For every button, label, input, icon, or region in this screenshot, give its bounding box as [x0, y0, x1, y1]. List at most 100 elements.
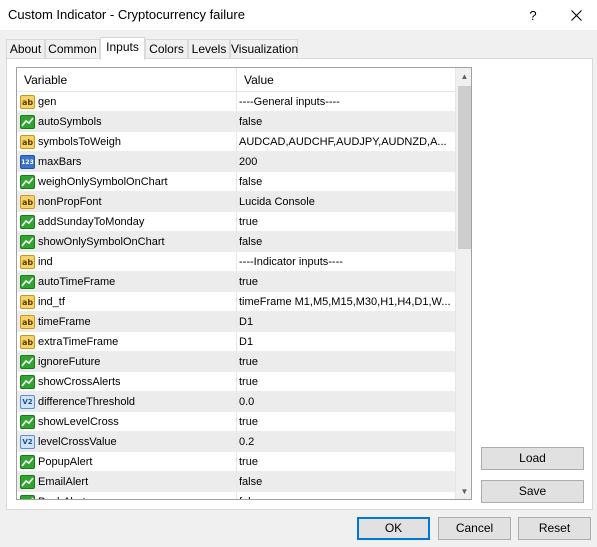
table-row[interactable]: showCrossAlerts true — [17, 372, 455, 392]
value-cell[interactable]: 0.0 — [237, 392, 455, 412]
variable-cell[interactable]: ab gen — [17, 92, 237, 112]
variable-cell[interactable]: ab symbolsToWeigh — [17, 132, 237, 152]
variable-name: EmailAlert — [38, 476, 89, 488]
table-row[interactable]: ab extraTimeFrame D1 — [17, 332, 455, 352]
table-row[interactable]: ab nonPropFont Lucida Console — [17, 192, 455, 212]
variable-name: extraTimeFrame — [38, 336, 119, 348]
tab-colors[interactable]: Colors — [145, 39, 188, 59]
variable-name: nonPropFont — [38, 196, 102, 208]
tab-common[interactable]: Common — [45, 39, 100, 59]
variable-cell[interactable]: ab nonPropFont — [17, 192, 237, 212]
variable-cell[interactable]: V2 differenceThreshold — [17, 392, 237, 412]
tab-inputs[interactable]: Inputs — [100, 37, 145, 60]
string-type-icon: ab — [20, 95, 35, 109]
boolean-type-icon — [20, 115, 35, 129]
value-cell[interactable]: D1 — [237, 332, 455, 352]
table-row[interactable]: ab timeFrame D1 — [17, 312, 455, 332]
tab-visualization[interactable]: Visualization — [230, 39, 298, 59]
value-cell[interactable]: true — [237, 452, 455, 472]
value-cell[interactable]: false — [237, 112, 455, 132]
value-cell[interactable]: ----Indicator inputs---- — [237, 252, 455, 272]
string-type-icon: ab — [20, 335, 35, 349]
variable-column-header[interactable]: Variable — [17, 68, 237, 92]
cancel-button[interactable]: Cancel — [438, 517, 511, 540]
variable-name: PushAlert — [38, 492, 86, 499]
variable-cell[interactable]: ab extraTimeFrame — [17, 332, 237, 352]
window-title: Custom Indicator - Cryptocurrency failur… — [8, 7, 245, 22]
table-row[interactable]: ab gen ----General inputs---- — [17, 92, 455, 112]
value-cell[interactable]: true — [237, 212, 455, 232]
variable-cell[interactable]: ab ind — [17, 252, 237, 272]
variable-cell[interactable]: ab timeFrame — [17, 312, 237, 332]
variable-cell[interactable]: EmailAlert — [17, 472, 237, 492]
reset-button[interactable]: Reset — [518, 517, 591, 540]
value-column-header[interactable]: Value — [237, 68, 455, 92]
variable-cell[interactable]: showOnlySymbolOnChart — [17, 232, 237, 252]
variable-name: PopupAlert — [38, 456, 93, 468]
table-row[interactable]: ab symbolsToWeigh AUDCAD,AUDCHF,AUDJPY,AUD… — [17, 132, 455, 152]
boolean-type-icon — [20, 415, 35, 429]
value-cell[interactable]: false — [237, 232, 455, 252]
scroll-down-icon[interactable]: ▼ — [456, 483, 471, 499]
variable-cell[interactable]: addSundayToMonday — [17, 212, 237, 232]
load-button[interactable]: Load — [481, 447, 584, 470]
value-cell[interactable]: false — [237, 472, 455, 492]
variable-cell[interactable]: weighOnlySymbolOnChart — [17, 172, 237, 192]
tab-levels[interactable]: Levels — [188, 39, 230, 59]
value-cell[interactable]: 200 — [237, 152, 455, 172]
variable-cell[interactable]: ignoreFuture — [17, 352, 237, 372]
variable-cell[interactable]: 123 maxBars — [17, 152, 237, 172]
table-row[interactable]: autoTimeFrame true — [17, 272, 455, 292]
table-row[interactable]: EmailAlert false — [17, 472, 455, 492]
value-cell[interactable]: Lucida Console — [237, 192, 455, 212]
vertical-scrollbar[interactable]: ▲ ▼ — [455, 68, 471, 499]
variable-cell[interactable]: V2 levelCrossValue — [17, 432, 237, 452]
boolean-type-icon — [20, 455, 35, 469]
help-button[interactable]: ? — [510, 0, 556, 30]
variable-name: gen — [38, 96, 57, 108]
value-cell[interactable]: true — [237, 352, 455, 372]
table-row[interactable]: autoSymbols false — [17, 112, 455, 132]
variable-cell[interactable]: showCrossAlerts — [17, 372, 237, 392]
variable-name: ignoreFuture — [38, 356, 101, 368]
table-row[interactable]: PushAlert false — [17, 492, 455, 499]
variable-cell[interactable]: ab ind_tf — [17, 292, 237, 312]
table-row[interactable]: ab ind_tf timeFrame M1,M5,M15,M30,H1,H4,D1… — [17, 292, 455, 312]
value-cell[interactable]: D1 — [237, 312, 455, 332]
variable-cell[interactable]: showLevelCross — [17, 412, 237, 432]
value-cell[interactable]: AUDCAD,AUDCHF,AUDJPY,AUDNZD,A... — [237, 132, 455, 152]
table-row[interactable]: V2 differenceThreshold 0.0 — [17, 392, 455, 412]
variable-cell[interactable]: PopupAlert — [17, 452, 237, 472]
table-row[interactable]: PopupAlert true — [17, 452, 455, 472]
value-cell[interactable]: true — [237, 272, 455, 292]
value-cell[interactable]: false — [237, 172, 455, 192]
value-cell[interactable]: false — [237, 492, 455, 499]
ok-button[interactable]: OK — [357, 517, 430, 540]
variable-cell[interactable]: autoTimeFrame — [17, 272, 237, 292]
tab-about[interactable]: About — [6, 39, 45, 59]
value-cell[interactable]: 0.2 — [237, 432, 455, 452]
variable-name: ind — [38, 256, 53, 268]
table-row[interactable]: V2 levelCrossValue 0.2 — [17, 432, 455, 452]
table-row[interactable]: 123 maxBars 200 — [17, 152, 455, 172]
table-row[interactable]: ignoreFuture true — [17, 352, 455, 372]
value-cell[interactable]: timeFrame M1,M5,M15,M30,H1,H4,D1,W... — [237, 292, 455, 312]
close-button[interactable] — [556, 0, 597, 30]
close-icon — [571, 9, 582, 21]
table-row[interactable]: addSundayToMonday true — [17, 212, 455, 232]
variable-name: levelCrossValue — [38, 436, 117, 448]
boolean-type-icon — [20, 495, 35, 499]
variable-name: weighOnlySymbolOnChart — [38, 176, 168, 188]
value-cell[interactable]: ----General inputs---- — [237, 92, 455, 112]
scroll-thumb[interactable] — [458, 86, 471, 249]
variable-cell[interactable]: autoSymbols — [17, 112, 237, 132]
table-row[interactable]: ab ind ----Indicator inputs---- — [17, 252, 455, 272]
table-row[interactable]: weighOnlySymbolOnChart false — [17, 172, 455, 192]
value-cell[interactable]: true — [237, 372, 455, 392]
save-button[interactable]: Save — [481, 480, 584, 503]
scroll-up-icon[interactable]: ▲ — [456, 68, 471, 85]
table-row[interactable]: showOnlySymbolOnChart false — [17, 232, 455, 252]
table-row[interactable]: showLevelCross true — [17, 412, 455, 432]
value-cell[interactable]: true — [237, 412, 455, 432]
variable-cell[interactable]: PushAlert — [17, 492, 237, 499]
